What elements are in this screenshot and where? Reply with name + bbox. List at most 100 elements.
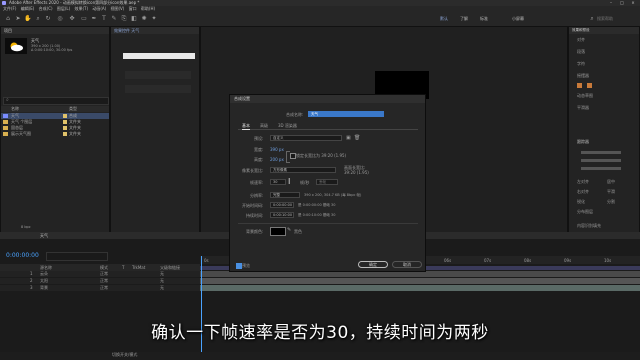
panel-item[interactable]: 内容识别填充	[577, 223, 601, 229]
eraser-icon[interactable]: ◧	[130, 15, 138, 23]
brush-tool-icon[interactable]: ✎	[110, 15, 118, 23]
panel-item[interactable]: 平滑器	[577, 105, 589, 111]
align-item[interactable]: 分割	[607, 199, 615, 205]
panel-item[interactable]: 段落	[577, 49, 585, 55]
effects-presets-panel: 效果和预设 对齐 段落 字符 摇摆器 动态草图 平滑器 跟踪器 左对齐 居中 右…	[568, 26, 640, 234]
dialog-tabs: 基本 高级 3D 渲染器	[238, 123, 418, 130]
clone-stamp-icon[interactable]: ⎘	[120, 15, 128, 23]
width-value[interactable]: 390 px	[270, 147, 284, 152]
effect-controls-tab[interactable]: 效果控件 天气	[111, 27, 199, 34]
start-timecode-input[interactable]: 0:00:00:00	[270, 202, 294, 208]
layer-bar[interactable]	[200, 285, 640, 291]
slider-track[interactable]	[581, 151, 621, 154]
tab-basic[interactable]: 基本	[242, 123, 250, 130]
panel-item[interactable]: 字符	[577, 61, 585, 67]
timeline-layer-row[interactable]: 1 云朵 正常 无	[0, 271, 200, 277]
timeline-layer-row[interactable]: 2 太阳 正常 无	[0, 278, 200, 284]
align-item[interactable]: 平滑	[607, 189, 615, 195]
label-color-tag[interactable]	[63, 114, 67, 118]
roto-brush-icon[interactable]: ✺	[140, 15, 148, 23]
resolution-dropdown[interactable]: 完整	[270, 192, 300, 198]
align-item[interactable]: 居中	[607, 179, 615, 185]
label-color-tag[interactable]	[63, 126, 67, 130]
frame-rate-input[interactable]: 30	[270, 179, 286, 185]
dialog-divider	[238, 223, 418, 224]
camera-tool-icon[interactable]: ◎	[56, 15, 64, 23]
column-type[interactable]: 类型	[69, 106, 77, 112]
slider-track[interactable]	[581, 167, 621, 170]
timeline-search-input[interactable]	[46, 252, 108, 261]
hand-tool-icon[interactable]: ✋	[24, 15, 32, 23]
start-timecode-info: 是 0:00:00:00 基础 30	[298, 203, 336, 207]
rectangle-tool-icon[interactable]: ▭	[80, 15, 88, 23]
frame-rate-label: 帧速率:	[250, 180, 264, 185]
search-help-icon[interactable]: ⌕	[588, 15, 596, 23]
panel-item[interactable]: 动态草图	[577, 93, 593, 99]
project-tab[interactable]: 项目	[1, 27, 109, 34]
tab-3d-renderer[interactable]: 3D 渲染器	[278, 123, 297, 129]
height-value[interactable]: 200 px	[270, 157, 284, 162]
pan-behind-tool-icon[interactable]: ✥	[68, 15, 76, 23]
effect-controls-bar	[123, 53, 195, 59]
composition-settings-dialog: 合成设置 合成名称: 天气 基本 高级 3D 渲染器 预设: 自定义 ▣ 🗑 宽…	[229, 94, 426, 272]
project-search-input[interactable]: ⌕	[3, 97, 109, 105]
panel-item[interactable]: 跟踪器	[577, 139, 589, 145]
preset-label: 预设:	[254, 136, 264, 141]
workspace-standard[interactable]: 标准	[480, 15, 488, 23]
col-t[interactable]: T	[122, 265, 124, 270]
duration-input[interactable]: 0:00:10:00	[270, 212, 294, 218]
toggle-switches-modes[interactable]: 切换开关/模式	[112, 352, 137, 358]
text-tool-icon[interactable]: T	[100, 15, 108, 23]
workspace-default[interactable]: 默认	[440, 15, 448, 23]
align-item[interactable]: 右对齐	[577, 189, 589, 195]
effect-controls-panel: 效果控件 天气	[110, 26, 200, 234]
align-item[interactable]: 分布图层	[577, 209, 593, 215]
rotate-tool-icon[interactable]: ↻	[44, 15, 52, 23]
folder-icon	[3, 126, 8, 130]
selection-tool-icon[interactable]: ➤	[14, 15, 22, 23]
preset-dropdown[interactable]: 自定义	[270, 135, 342, 141]
duration-label: 持续时间:	[246, 213, 264, 218]
background-color-swatch[interactable]	[270, 227, 286, 236]
background-color-name: 黑色	[294, 229, 302, 234]
workspace-learn[interactable]: 了解	[460, 15, 468, 23]
drop-frame-dropdown[interactable]: 丢帧	[316, 179, 338, 185]
panel-item[interactable]: 对齐	[577, 37, 585, 43]
pen-tool-icon[interactable]: ✒	[90, 15, 98, 23]
workspace-small-screen[interactable]: 小屏幕	[512, 15, 524, 23]
duration-info: 是 0:00:10:00 基础 30	[298, 213, 336, 217]
bpc-indicator[interactable]: 8 bpc	[21, 225, 31, 229]
tab-advanced[interactable]: 高级	[260, 123, 268, 129]
home-icon[interactable]: ⌂	[4, 15, 12, 23]
composition-icon	[3, 114, 8, 118]
delete-preset-icon[interactable]: 🗑	[354, 135, 360, 141]
search-help-input[interactable]: 搜索帮助	[597, 15, 613, 23]
zoom-tool-icon[interactable]: ⌕	[34, 15, 42, 23]
pixel-aspect-dropdown[interactable]: 方形像素	[270, 167, 336, 173]
label-color-tag[interactable]	[63, 120, 67, 124]
col-trkmat[interactable]: TrkMat	[132, 265, 145, 270]
current-time-display[interactable]: 0:00:00:00	[6, 252, 39, 259]
effects-presets-tab[interactable]: 效果和预设	[569, 27, 639, 34]
project-item[interactable]: 展示天气图 文件夹	[1, 131, 109, 137]
slider-track[interactable]	[581, 159, 621, 162]
puppet-pin-icon[interactable]: ✦	[150, 15, 158, 23]
comp-name-input[interactable]: 天气	[308, 111, 384, 117]
align-item[interactable]: 锐化	[577, 199, 585, 205]
layer-bar[interactable]	[200, 278, 640, 284]
ok-button[interactable]: 确定	[358, 261, 388, 268]
save-preset-icon[interactable]: ▣	[346, 135, 351, 141]
cancel-button[interactable]: 取消	[392, 261, 422, 268]
preview-label: 预览	[242, 263, 250, 268]
effect-placeholder	[125, 85, 191, 93]
folder-icon	[3, 132, 8, 136]
orange-swatch	[577, 83, 582, 88]
align-item[interactable]: 左对齐	[577, 179, 589, 185]
panel-item[interactable]: 摇摆器	[577, 73, 589, 79]
column-name[interactable]: 名称	[11, 106, 19, 112]
label-color-tag[interactable]	[63, 132, 67, 136]
timeline-layer-row[interactable]: 3 背景 正常 无	[0, 285, 200, 291]
lock-aspect-label: 锁定长宽比为 39:20 (1.95)	[296, 153, 347, 158]
timeline-comp-tab[interactable]: 天气	[40, 233, 48, 239]
eyedropper-icon[interactable]: ✎	[287, 227, 291, 233]
